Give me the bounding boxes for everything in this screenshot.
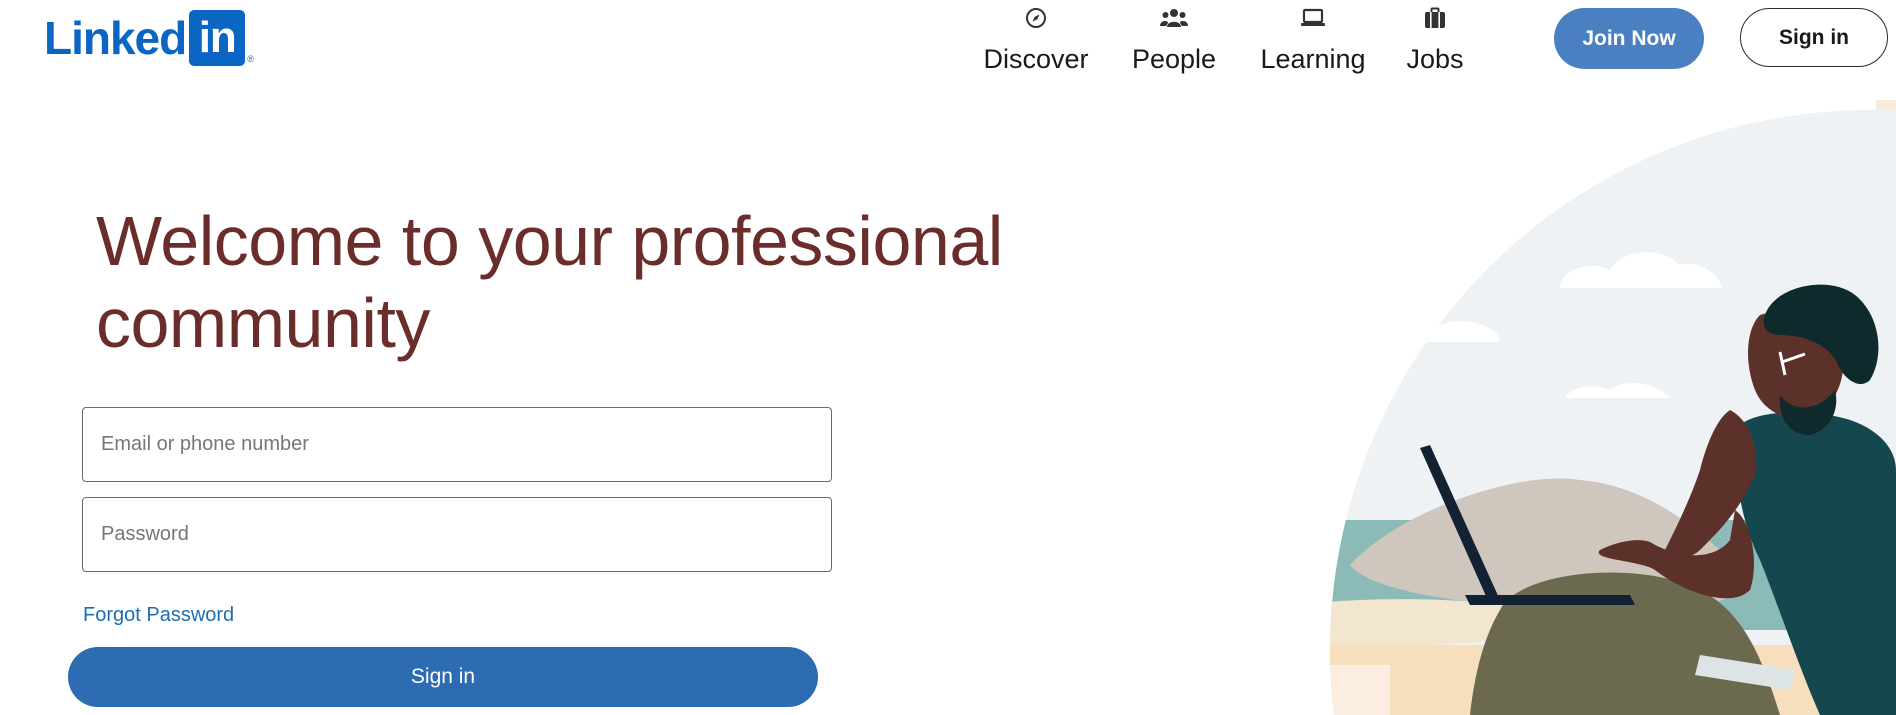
linkedin-logo[interactable]: Linked in ® <box>44 10 254 66</box>
nav-label-jobs: Jobs <box>1406 44 1464 74</box>
password-field[interactable] <box>82 497 832 572</box>
forgot-password-link[interactable]: Forgot Password <box>83 604 234 627</box>
logo-in-box: in <box>189 10 246 66</box>
headline-line-2: community <box>96 284 430 362</box>
people-icon <box>1160 6 1188 30</box>
ground-tile <box>1330 665 1390 715</box>
hero-illustration <box>1330 100 1896 715</box>
logo-registered-mark: ® <box>247 54 254 64</box>
email-field[interactable] <box>82 407 832 482</box>
laptop-base <box>1465 595 1635 605</box>
join-now-button[interactable]: Join Now <box>1554 8 1704 69</box>
nav-label-learning: Learning <box>1260 44 1366 74</box>
email-input[interactable] <box>83 408 831 481</box>
sign-in-button[interactable]: Sign in <box>68 647 818 707</box>
header-sign-in-button[interactable]: Sign in <box>1740 8 1888 67</box>
password-input[interactable] <box>83 498 831 571</box>
nav-label-discover: Discover <box>983 44 1089 74</box>
headline-line-1: Welcome to your professional <box>96 202 1003 280</box>
nav-item-people[interactable]: People <box>1131 0 1217 84</box>
nav-item-learning[interactable]: Learning <box>1258 0 1368 84</box>
briefcase-icon <box>1424 6 1446 30</box>
nav-item-discover[interactable]: Discover <box>983 0 1089 84</box>
nav-label-people: People <box>1131 44 1217 74</box>
page-title: Welcome to your professional community <box>96 200 1036 364</box>
logo-wordmark: Linked <box>44 12 187 64</box>
nav-item-jobs[interactable]: Jobs <box>1406 0 1464 84</box>
compass-icon <box>1025 6 1047 30</box>
laptop-icon <box>1300 6 1326 30</box>
